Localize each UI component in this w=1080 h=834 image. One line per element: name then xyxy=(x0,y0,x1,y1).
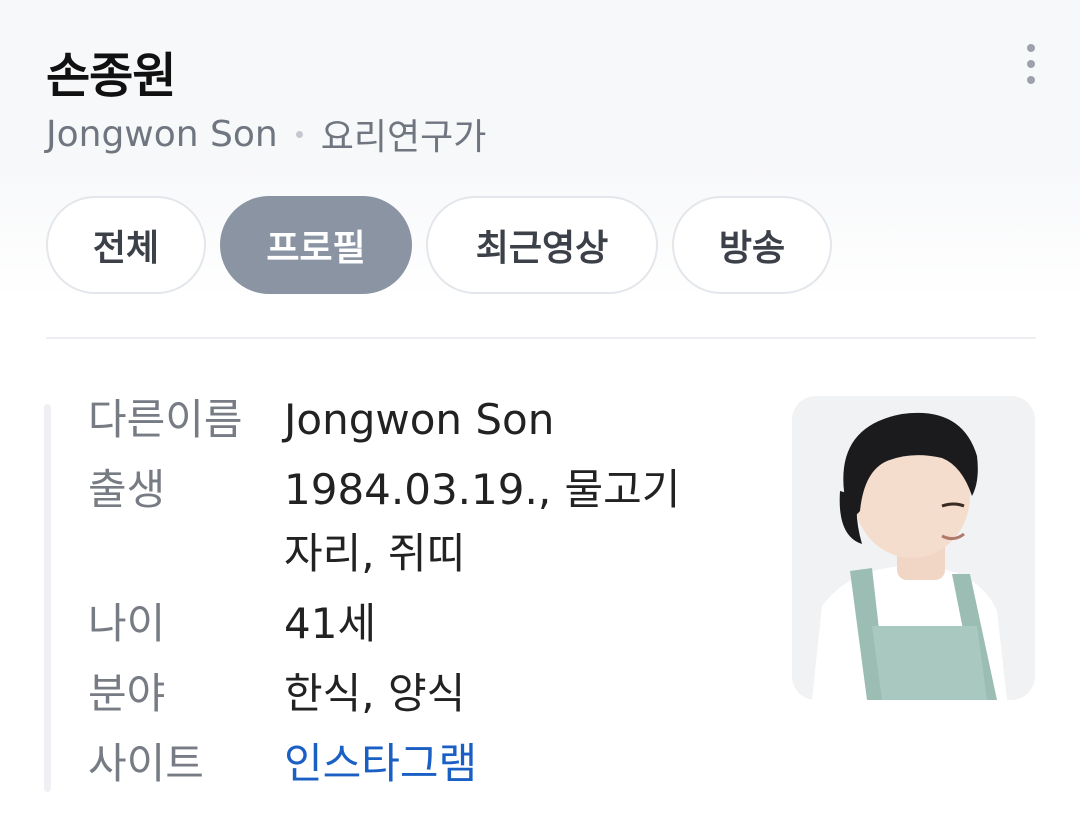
divider xyxy=(46,337,1036,339)
subtitle-name: Jongwon Son xyxy=(46,113,278,155)
tab-broadcast[interactable]: 방송 xyxy=(672,196,832,294)
row-label: 사이트 xyxy=(88,739,204,788)
info-side-bar xyxy=(44,404,51,792)
row-label: 다른이름 xyxy=(88,395,243,444)
tab-all[interactable]: 전체 xyxy=(46,196,206,294)
profile-row-site: 사이트 인스타그램 xyxy=(88,732,738,796)
profile-row-birth: 출생 1984.03.19., 물고기자리, 쥐띠 xyxy=(88,458,738,586)
row-value: Jongwon Son xyxy=(284,395,555,444)
profile-photo-illustration xyxy=(792,396,1035,700)
row-label: 나이 xyxy=(88,599,166,648)
page-title: 손종원 xyxy=(46,48,176,104)
more-dot xyxy=(1027,44,1035,52)
subtitle-role: 요리연구가 xyxy=(320,117,487,158)
separator-dot xyxy=(295,130,303,138)
profile-row-age: 나이 41세 xyxy=(88,592,738,656)
profile-info: 다른이름 Jongwon Son 출생 1984.03.19., 물고기자리, … xyxy=(88,388,738,802)
row-label: 분야 xyxy=(88,669,166,718)
tab-recent-videos[interactable]: 최근영상 xyxy=(426,196,658,294)
profile-row-alias: 다른이름 Jongwon Son xyxy=(88,388,738,452)
tab-profile[interactable]: 프로필 xyxy=(220,196,412,294)
more-dot xyxy=(1027,76,1035,84)
instagram-link[interactable]: 인스타그램 xyxy=(284,732,724,796)
row-label: 출생 xyxy=(88,465,166,514)
profile-photo[interactable] xyxy=(792,396,1035,700)
more-dot xyxy=(1027,60,1035,68)
row-value: 한식, 양식 xyxy=(284,669,466,718)
profile-row-field: 분야 한식, 양식 xyxy=(88,662,738,726)
row-value: 41세 xyxy=(284,599,377,648)
more-options-icon[interactable] xyxy=(1018,40,1044,88)
tab-bar: 전체 프로필 최근영상 방송 xyxy=(46,196,846,294)
subtitle: Jongwon Son 요리연구가 xyxy=(46,108,486,160)
row-value: 1984.03.19., 물고기자리, 쥐띠 xyxy=(284,465,681,578)
